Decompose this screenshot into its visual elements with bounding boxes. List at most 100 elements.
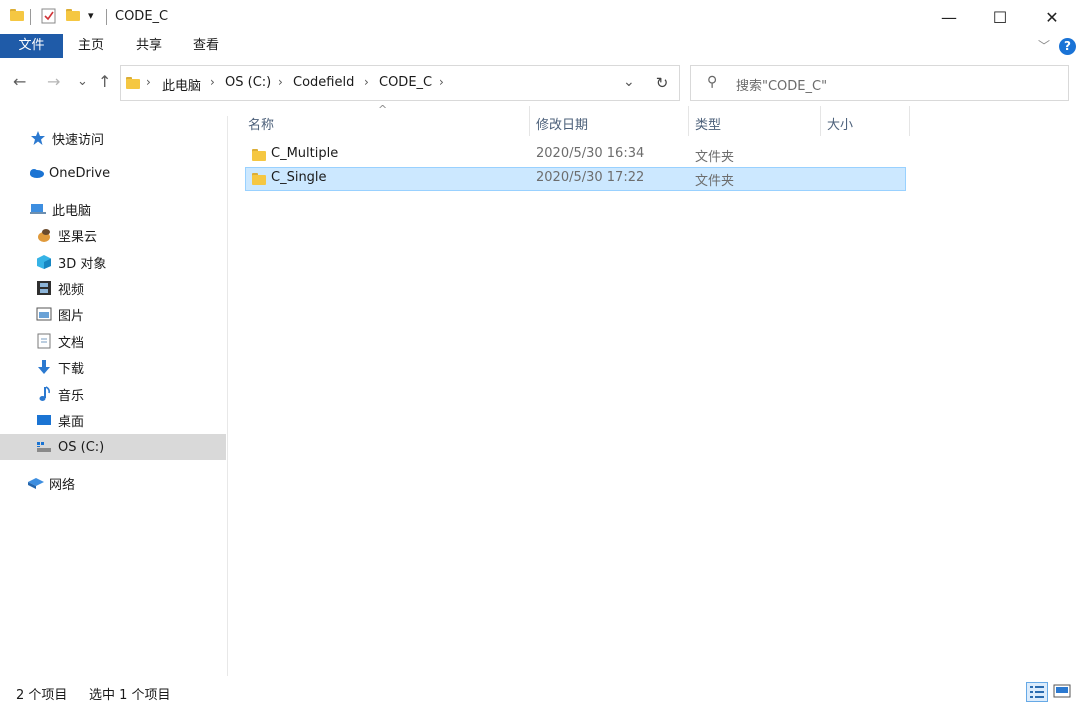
window-title: CODE_C — [115, 9, 168, 24]
details-view-icon — [1027, 683, 1047, 701]
chevron-right-icon[interactable]: › — [439, 75, 444, 89]
back-button[interactable]: ← — [13, 72, 26, 91]
pictures-icon — [36, 306, 52, 322]
chevron-right-icon[interactable]: › — [364, 75, 369, 89]
file-row[interactable]: C_Multiple 2020/5/30 16:34 文件夹 — [245, 143, 906, 167]
video-icon — [36, 280, 52, 296]
file-date: 2020/5/30 17:22 — [536, 170, 644, 185]
nav-label: 3D 对象 — [58, 253, 106, 272]
nut-icon — [36, 227, 52, 243]
customize-toolbar-icon[interactable]: ▾ — [88, 9, 94, 22]
file-type: 文件夹 — [695, 146, 734, 165]
network-icon — [27, 475, 43, 491]
chevron-right-icon[interactable]: › — [278, 75, 283, 89]
recent-locations-button[interactable]: ⌄ — [77, 74, 88, 89]
column-divider[interactable] — [688, 106, 689, 136]
large-icons-view-icon — [1052, 682, 1072, 700]
item-count: 2 个项目 — [16, 684, 67, 703]
nav-quick-access[interactable]: 快速访问 — [0, 125, 226, 151]
minimize-button[interactable]: — — [925, 0, 973, 34]
nav-label: 视频 — [58, 279, 84, 298]
nav-label: 下载 — [58, 358, 84, 377]
star-icon — [30, 130, 46, 146]
column-divider[interactable] — [909, 106, 910, 136]
maximize-button[interactable]: ☐ — [976, 0, 1024, 34]
nav-downloads[interactable]: 下载 — [0, 354, 226, 380]
address-bar[interactable]: › 此电脑 › OS (C:) › Codefield › CODE_C › ⌄ — [120, 65, 680, 101]
file-name[interactable]: C_Single — [271, 170, 327, 185]
download-icon — [36, 359, 52, 375]
search-icon: ⚲ — [707, 74, 717, 90]
folder-icon — [252, 149, 261, 161]
properties-icon[interactable] — [41, 8, 57, 24]
cube-icon — [36, 254, 52, 270]
breadcrumb-os-c[interactable]: OS (C:) — [225, 75, 271, 90]
breadcrumb-code-c[interactable]: CODE_C — [379, 75, 432, 90]
nav-label: OneDrive — [49, 166, 110, 181]
file-type: 文件夹 — [695, 170, 734, 189]
address-dropdown-icon[interactable]: ⌄ — [623, 74, 635, 90]
nav-jianguoyun[interactable]: 坚果云 — [0, 222, 226, 248]
column-name[interactable]: 名称 — [248, 114, 274, 133]
folder-icon — [126, 77, 136, 89]
file-row-selected[interactable]: C_Single 2020/5/30 17:22 文件夹 — [245, 167, 906, 191]
refresh-button[interactable]: ↻ — [645, 65, 680, 101]
cloud-icon — [27, 165, 43, 181]
nav-3d-objects[interactable]: 3D 对象 — [0, 249, 226, 275]
tab-file[interactable]: 文件 — [0, 34, 63, 58]
breadcrumb-codefield[interactable]: Codefield — [293, 75, 354, 90]
new-folder-icon[interactable] — [66, 9, 76, 21]
computer-icon — [30, 201, 46, 217]
breadcrumb-this-pc[interactable]: 此电脑 — [162, 75, 201, 94]
help-icon[interactable]: ? — [1059, 38, 1076, 55]
navigation-pane: 快速访问 OneDrive 此电脑 坚果云 3D 对象 视频 图片 文档 下载 … — [0, 116, 228, 676]
nav-videos[interactable]: 视频 — [0, 275, 226, 301]
forward-button[interactable]: → — [47, 72, 60, 91]
column-type[interactable]: 类型 — [695, 114, 721, 133]
nav-label: OS (C:) — [58, 440, 104, 455]
desktop-icon — [36, 412, 52, 428]
nav-documents[interactable]: 文档 — [0, 328, 226, 354]
chevron-right-icon[interactable]: › — [210, 75, 215, 89]
nav-label: 坚果云 — [58, 226, 97, 245]
nav-label: 文档 — [58, 332, 84, 351]
nav-label: 音乐 — [58, 385, 84, 404]
file-name[interactable]: C_Multiple — [271, 146, 338, 161]
nav-label: 网络 — [49, 474, 75, 493]
title-bar: ▾ CODE_C — ☐ ✕ — [0, 0, 1080, 34]
nav-os-c[interactable]: OS (C:) — [0, 434, 226, 460]
close-button[interactable]: ✕ — [1028, 0, 1076, 34]
nav-desktop[interactable]: 桌面 — [0, 407, 226, 433]
divider — [30, 9, 31, 25]
search-placeholder[interactable]: 搜索"CODE_C" — [736, 75, 827, 94]
documents-icon — [36, 333, 52, 349]
column-size[interactable]: 大小 — [827, 114, 853, 133]
folder-icon — [10, 9, 18, 21]
status-bar: 2 个项目 选中 1 个项目 — [0, 676, 1080, 706]
column-date-modified[interactable]: 修改日期 — [536, 114, 588, 133]
nav-label: 此电脑 — [52, 200, 91, 219]
nav-network[interactable]: 网络 — [0, 470, 226, 496]
search-box[interactable]: ⚲ 搜索"CODE_C" — [690, 65, 1069, 101]
nav-this-pc[interactable]: 此电脑 — [0, 196, 226, 222]
nav-pictures[interactable]: 图片 — [0, 301, 226, 327]
tab-share[interactable]: 共享 — [129, 34, 169, 58]
drive-icon — [36, 439, 52, 455]
nav-label: 桌面 — [58, 411, 84, 430]
column-divider[interactable] — [820, 106, 821, 136]
music-icon — [36, 386, 52, 402]
tab-home[interactable]: 主页 — [71, 34, 111, 58]
nav-onedrive[interactable]: OneDrive — [0, 160, 226, 186]
large-icons-view-button[interactable] — [1052, 682, 1074, 702]
up-button[interactable]: ↑ — [98, 72, 111, 91]
tab-view[interactable]: 查看 — [186, 34, 226, 58]
details-view-button[interactable] — [1026, 682, 1048, 702]
nav-music[interactable]: 音乐 — [0, 381, 226, 407]
nav-label: 快速访问 — [52, 129, 104, 148]
divider — [106, 9, 107, 25]
folder-icon — [252, 173, 261, 185]
chevron-right-icon[interactable]: › — [146, 75, 151, 89]
column-divider[interactable] — [529, 106, 530, 136]
expand-ribbon-icon[interactable]: ﹀ — [1034, 34, 1054, 58]
file-date: 2020/5/30 16:34 — [536, 146, 644, 161]
